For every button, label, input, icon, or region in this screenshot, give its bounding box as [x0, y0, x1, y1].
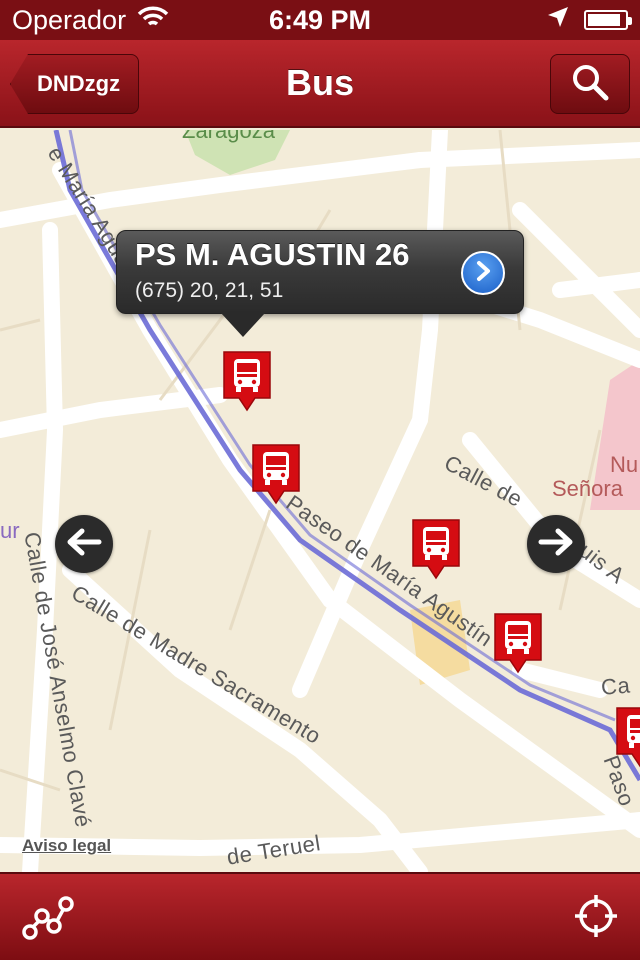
- app-root: Operador 6:49 PM DNDzgz Bus Zaragoza e M…: [0, 0, 640, 960]
- arrow-right-icon: [538, 527, 574, 562]
- locate-icon: [572, 892, 620, 945]
- next-stop-button[interactable]: [527, 515, 585, 573]
- bus-stop-pin[interactable]: [251, 443, 301, 505]
- status-bar: Operador 6:49 PM: [0, 0, 640, 40]
- arrow-left-icon: [66, 527, 102, 562]
- navigation-bar: DNDzgz Bus: [0, 40, 640, 128]
- route-button[interactable]: [18, 888, 78, 948]
- back-button[interactable]: DNDzgz: [10, 54, 140, 114]
- search-button[interactable]: [550, 54, 630, 114]
- locate-button[interactable]: [566, 888, 626, 948]
- poi-label-nu: Nu: [610, 452, 639, 477]
- bottom-toolbar: [0, 872, 640, 960]
- poi-label-senora: Señora: [552, 476, 623, 501]
- route-icon: [20, 890, 76, 947]
- search-icon: [570, 62, 610, 107]
- bus-stop-pin[interactable]: [411, 518, 461, 580]
- page-title: Bus: [285, 62, 354, 103]
- detail-disclosure-button[interactable]: [461, 251, 505, 295]
- map-view[interactable]: Zaragoza e María Agustín Calle de Luis A…: [0, 130, 640, 872]
- legal-link[interactable]: Aviso legal: [22, 836, 111, 856]
- chevron-right-icon: [473, 260, 493, 287]
- location-arrow-icon: [546, 5, 570, 36]
- bus-stop-pin[interactable]: [493, 612, 543, 674]
- stop-name: PS M. AGUSTIN 26: [135, 237, 410, 272]
- carrier-name: Operador: [12, 4, 127, 35]
- bus-stop-pin[interactable]: [615, 706, 640, 768]
- street-label-ca: Ca: [600, 672, 632, 700]
- bus-stop-pin[interactable]: [222, 350, 272, 412]
- previous-stop-button[interactable]: [55, 515, 113, 573]
- park-label: Zaragoza: [182, 130, 275, 143]
- stop-callout[interactable]: PS M. AGUSTIN 26 (675) 20, 21, 51: [116, 230, 524, 337]
- poi-label-left: ur: [0, 518, 20, 543]
- stop-lines: (675) 20, 21, 51: [135, 279, 284, 302]
- battery-icon: [584, 10, 632, 30]
- wifi-icon: [136, 5, 170, 36]
